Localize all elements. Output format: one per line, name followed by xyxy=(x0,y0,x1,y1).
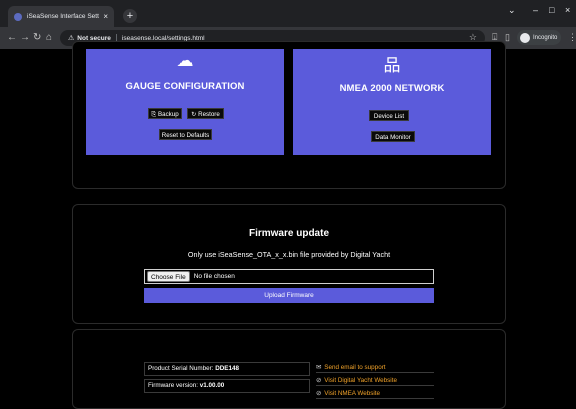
envelope-icon: ✉ xyxy=(316,364,322,371)
backup-button[interactable]: ⎘ Backup xyxy=(148,108,182,119)
serial-number-row: Product Serial Number: DDE148 xyxy=(144,362,310,376)
browser-tab[interactable]: iSeaSense Interface Settings × xyxy=(8,6,114,27)
minimize-icon[interactable]: – xyxy=(533,5,538,15)
favicon-icon xyxy=(14,12,22,21)
email-support-label: Send email to support xyxy=(324,364,386,371)
email-support-link[interactable]: ✉ Send email to support xyxy=(316,362,434,373)
cloud-sync-icon: ☁ xyxy=(176,51,194,70)
gauge-config-card: ☁ GAUGE CONFIGURATION ⎘ Backup ↻ Restore… xyxy=(86,49,284,155)
choose-file-button[interactable]: Choose File xyxy=(147,271,190,282)
reset-defaults-button[interactable]: Reset to Defaults xyxy=(159,129,212,140)
forward-icon[interactable]: → xyxy=(20,32,30,43)
nmea-network-card: 品 NMEA 2000 NETWORK Device List Data Mon… xyxy=(293,49,491,155)
reload-icon[interactable]: ↻ xyxy=(33,32,41,43)
firmware-version-label: Firmware version: xyxy=(148,382,199,389)
backup-label: Backup xyxy=(158,111,179,118)
nmea-network-title: NMEA 2000 NETWORK xyxy=(339,83,445,94)
nmea-website-link[interactable]: ⊘ Visit NMEA Website xyxy=(316,388,434,399)
restore-label: Restore xyxy=(198,111,220,118)
firmware-panel xyxy=(72,204,506,324)
browser-tab-bar: iSeaSense Interface Settings × + ⌄ – □ × xyxy=(0,0,576,27)
backup-icon: ⎘ xyxy=(151,111,159,118)
gauge-config-title: GAUGE CONFIGURATION xyxy=(125,81,245,92)
incognito-badge[interactable]: Incognito xyxy=(517,30,561,45)
link-icon: ⊘ xyxy=(316,377,322,384)
incognito-icon xyxy=(520,32,530,43)
data-monitor-button[interactable]: Data Monitor xyxy=(371,131,415,142)
digital-yacht-label: Visit Digital Yacht Website xyxy=(324,377,397,384)
tab-search-icon[interactable]: ⌄ xyxy=(508,5,516,16)
upload-firmware-button[interactable]: Upload Firmware xyxy=(144,288,434,303)
nmea-website-label: Visit NMEA Website xyxy=(324,390,381,397)
incognito-label: Incognito xyxy=(533,34,558,41)
firmware-file-input[interactable]: Choose File No file chosen xyxy=(144,269,434,284)
warning-icon: ⚠ xyxy=(68,35,75,42)
restore-button[interactable]: ↻ Restore xyxy=(187,108,224,119)
new-tab-button[interactable]: + xyxy=(123,9,137,23)
settings-page: ☁ GAUGE CONFIGURATION ⎘ Backup ↻ Restore… xyxy=(0,41,576,409)
firmware-version-row: Firmware version: v1.00.00 xyxy=(144,379,310,393)
menu-icon[interactable]: ⋮ xyxy=(568,32,576,43)
serial-label: Product Serial Number: xyxy=(148,365,214,372)
serial-value: DDE148 xyxy=(215,365,240,372)
file-status: No file chosen xyxy=(193,273,235,280)
side-panel-icon[interactable]: ▯ xyxy=(505,32,510,43)
back-icon[interactable]: ← xyxy=(7,32,17,43)
device-list-button[interactable]: Device List xyxy=(369,110,409,121)
network-tree-icon: 品 xyxy=(383,56,401,75)
home-icon[interactable]: ⌂ xyxy=(46,32,52,43)
firmware-note: Only use iSeaSense_OTA_x_x.bin file prov… xyxy=(187,250,391,259)
maximize-icon[interactable]: □ xyxy=(549,5,554,15)
firmware-version-value: v1.00.00 xyxy=(199,382,225,389)
window-close-icon[interactable]: × xyxy=(565,5,570,15)
firmware-title: Firmware update xyxy=(248,228,330,239)
digital-yacht-link[interactable]: ⊘ Visit Digital Yacht Website xyxy=(316,375,434,386)
link-icon: ⊘ xyxy=(316,390,322,397)
tab-title: iSeaSense Interface Settings xyxy=(27,13,99,20)
tab-close-icon[interactable]: × xyxy=(103,12,108,21)
